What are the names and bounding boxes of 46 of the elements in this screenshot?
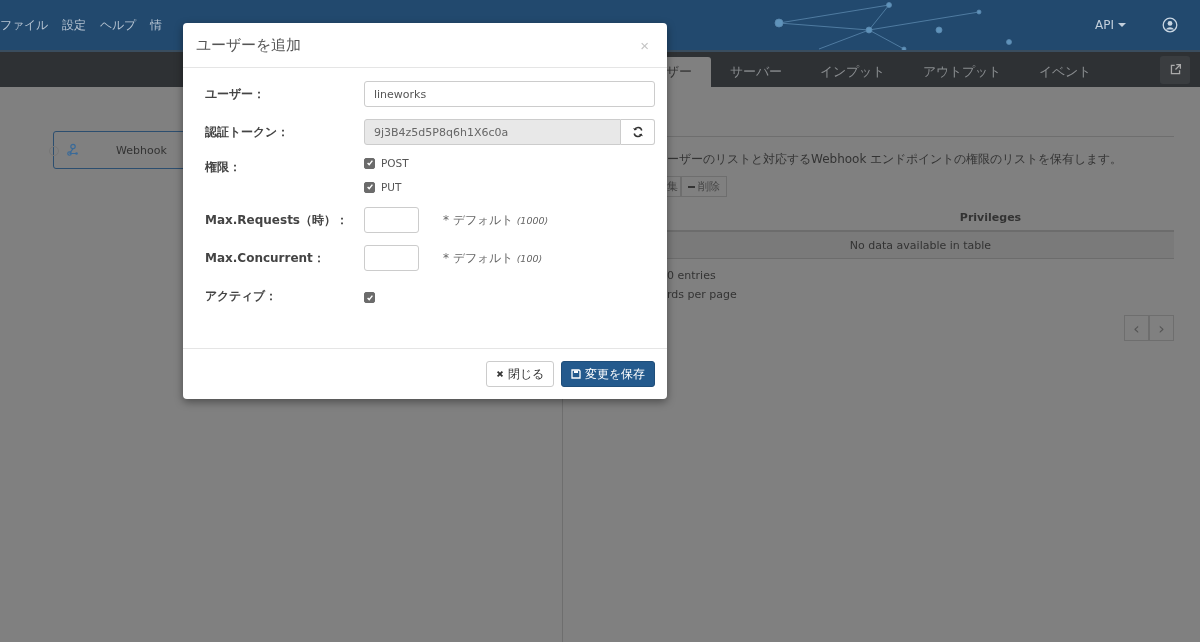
refresh-icon — [631, 126, 644, 138]
api-menu[interactable]: API — [1089, 17, 1132, 33]
checkbox-label: PUT — [381, 181, 402, 193]
token-field[interactable]: 9j3B4z5d5P8q6h1X6c0a — [364, 119, 621, 145]
minus-icon — [688, 185, 695, 188]
tab[interactable]: サーバー — [711, 57, 801, 87]
close-dialog-button[interactable]: 閉じる — [486, 361, 554, 387]
number-field[interactable] — [364, 245, 419, 271]
dialog-title: ユーザーを追加 — [196, 35, 301, 55]
page-length-text: rds per page — [667, 288, 738, 301]
field-label: 権限： — [205, 159, 242, 176]
description-text: ーザーのリストと対応するWebhook エンドポイントの権限のリストを保有します。 — [667, 151, 1124, 168]
external-link-button[interactable] — [1160, 55, 1190, 84]
menu-item[interactable]: ヘルプ — [100, 16, 136, 34]
panel-button[interactable]: 集 — [667, 176, 681, 197]
entries-info: 0 entries — [667, 269, 717, 282]
menu-item[interactable]: 情 — [150, 16, 162, 34]
checkbox[interactable] — [364, 292, 375, 303]
field-label: Max.Concurrent： — [205, 249, 326, 267]
checkbox-label: POST — [381, 157, 409, 169]
number-field[interactable] — [364, 207, 419, 233]
default-hint: * デフォルト (100) — [443, 249, 543, 267]
checkbox[interactable] — [364, 157, 375, 169]
field-label: アクティブ： — [205, 287, 278, 305]
close-icon — [496, 370, 504, 378]
save-button[interactable]: 変更を保存 — [561, 361, 655, 387]
tab[interactable]: インプット — [801, 57, 904, 87]
external-link-icon — [1168, 63, 1182, 76]
field-label: Max.Requests（時）： — [205, 211, 349, 229]
menu-item[interactable]: 設定 — [62, 16, 86, 34]
user-field[interactable]: lineworks — [364, 81, 655, 107]
webhook-icon — [66, 143, 80, 157]
caret-icon — [1118, 23, 1126, 27]
menu-item[interactable]: ファイル — [0, 16, 48, 34]
tab[interactable]: アウトプット — [904, 57, 1020, 87]
refresh-button[interactable] — [621, 119, 655, 145]
empty-table-text: No data available in table — [849, 239, 992, 252]
checkbox[interactable] — [364, 181, 375, 193]
field-label: 認証トークン： — [205, 123, 290, 141]
field-label: ユーザー： — [205, 85, 266, 103]
user-icon[interactable] — [1162, 17, 1178, 33]
default-hint: * デフォルト (1000) — [443, 211, 549, 229]
save-icon — [571, 369, 581, 379]
column-header: Privileges — [959, 211, 1022, 224]
node-label: Webhook — [116, 143, 167, 157]
tab[interactable]: イベント — [1020, 57, 1110, 87]
